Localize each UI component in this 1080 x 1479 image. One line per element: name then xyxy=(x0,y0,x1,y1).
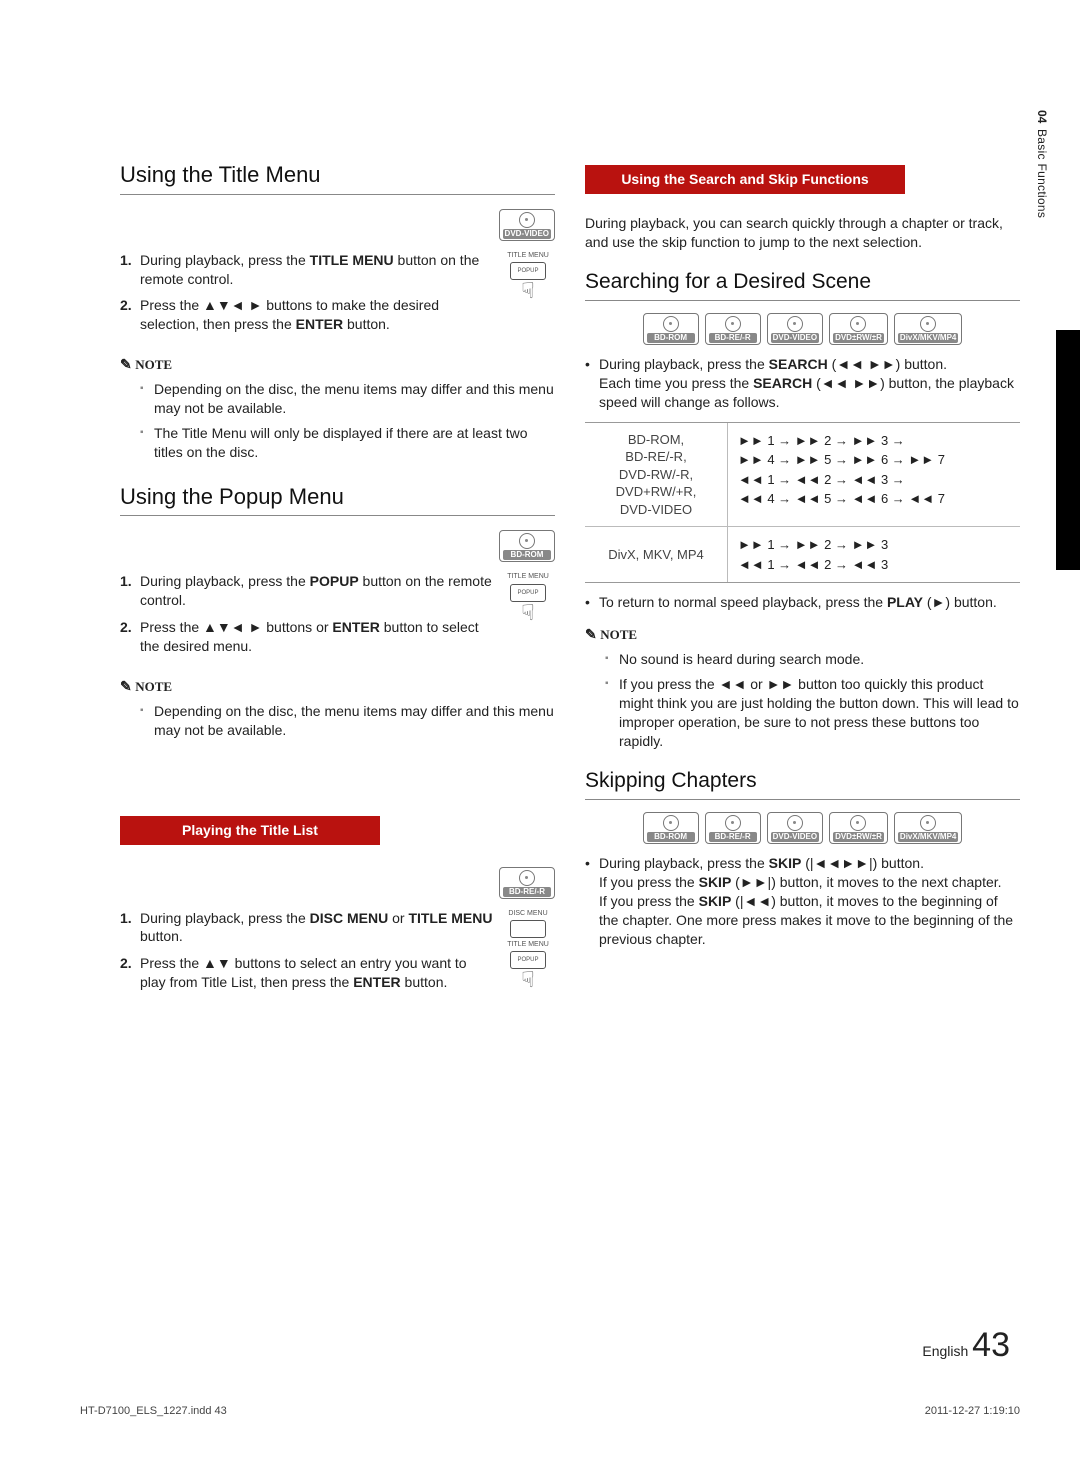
badge: DVD-VIDEO xyxy=(767,812,823,844)
speeds-cell: ►► 1 → ►► 2 → ►► 3 ◄◄ 1 → ◄◄ 2 → ◄◄ 3 xyxy=(728,527,1020,582)
badge: BD-RE/-R xyxy=(705,812,761,844)
hand-icon: ☟ xyxy=(501,282,555,300)
section-bar: Playing the Title List xyxy=(120,816,380,845)
bullet-item: • During playback, press the SEARCH (◄◄ … xyxy=(585,355,1020,412)
note-item: If you press the ◄◄ or ►► button too qui… xyxy=(605,675,1020,751)
remote-illustration: TITLE MENU POPUP ☟ xyxy=(501,251,555,300)
section-bar: Using the Search and Skip Functions xyxy=(585,165,905,194)
badge-bd-rom: BD-ROM xyxy=(499,530,555,562)
media-cell: BD-ROM, BD-RE/-R, DVD-RW/-R, DVD+RW/+R, … xyxy=(585,423,728,527)
note-list: Depending on the disc, the menu items ma… xyxy=(140,702,555,740)
note-item: The Title Menu will only be displayed if… xyxy=(140,424,555,462)
remote-label: TITLE MENU xyxy=(501,251,555,260)
speed-table: BD-ROM, BD-RE/-R, DVD-RW/-R, DVD+RW/+R, … xyxy=(585,422,1020,584)
source-file: HT-D7100_ELS_1227.indd 43 xyxy=(80,1404,227,1419)
remote-label: TITLE MENU xyxy=(501,940,555,949)
content-columns: Using the Title Menu DVD-VIDEO TITLE MEN… xyxy=(120,120,1020,1000)
note-item: No sound is heard during search mode. xyxy=(605,650,1020,669)
media-badges: BD-RE/-R xyxy=(120,867,555,899)
bullet-item: • During playback, press the SKIP (|◄◄►►… xyxy=(585,854,1020,948)
media-badges: BD-ROM BD-RE/-R DVD-VIDEO DVD±RW/±R DivX… xyxy=(585,313,1020,345)
media-cell: DivX, MKV, MP4 xyxy=(585,527,728,582)
bullet-text: During playback, press the SKIP (|◄◄►►|)… xyxy=(599,854,1020,948)
bullet-text: During playback, press the SEARCH (◄◄ ►►… xyxy=(599,355,1020,412)
badge: DVD-VIDEO xyxy=(767,313,823,345)
media-badges: BD-ROM BD-RE/-R DVD-VIDEO DVD±RW/±R DivX… xyxy=(585,812,1020,844)
step-text: Press the ▲▼◄ ► buttons to make the desi… xyxy=(140,296,495,334)
badge: BD-ROM xyxy=(643,812,699,844)
steps-list: 1. During playback, press the POPUP butt… xyxy=(120,572,495,656)
print-footer: HT-D7100_ELS_1227.indd 43 2011-12-27 1:1… xyxy=(80,1404,1020,1419)
badge-bd-re-r: BD-RE/-R xyxy=(499,867,555,899)
right-column: Using the Search and Skip Functions Duri… xyxy=(585,120,1020,1000)
table-row: BD-ROM, BD-RE/-R, DVD-RW/-R, DVD+RW/+R, … xyxy=(585,423,1020,528)
note-heading: NOTE xyxy=(120,356,555,376)
hand-icon: ☟ xyxy=(501,971,555,989)
bullet-icon: • xyxy=(585,355,599,412)
heading-searching: Searching for a Desired Scene xyxy=(585,268,1020,301)
steps-list: 1. During playback, press the DISC MENU … xyxy=(120,909,495,993)
badge: DVD±RW/±R xyxy=(829,313,888,345)
badge: BD-RE/-R xyxy=(705,313,761,345)
bullet-text: To return to normal speed playback, pres… xyxy=(599,593,997,612)
step-number: 2. xyxy=(120,296,140,334)
badge: DivX/MKV/MP4 xyxy=(894,313,962,345)
manual-page: 04 Basic Functions Using the Title Menu … xyxy=(0,0,1080,1479)
remote-label: TITLE MENU xyxy=(501,572,555,581)
remote-label: DISC MENU xyxy=(501,909,555,918)
step-text: During playback, press the TITLE MENU bu… xyxy=(140,251,495,289)
media-badges: DVD-VIDEO xyxy=(120,209,555,241)
intro-text: During playback, you can search quickly … xyxy=(585,214,1020,252)
heading-skipping: Skipping Chapters xyxy=(585,767,1020,800)
step-number: 2. xyxy=(120,618,140,656)
step-text: During playback, press the DISC MENU or … xyxy=(140,909,495,947)
list-item: 1. During playback, press the DISC MENU … xyxy=(120,909,495,947)
step-number: 1. xyxy=(120,251,140,289)
list-item: 1. During playback, press the POPUP butt… xyxy=(120,572,495,610)
hand-icon: ☟ xyxy=(501,604,555,622)
page-footer: English 43 xyxy=(922,1323,1010,1369)
side-tab: 04 Basic Functions xyxy=(1034,110,1050,219)
note-list: Depending on the disc, the menu items ma… xyxy=(140,380,555,462)
steps-list: 1. During playback, press the TITLE MENU… xyxy=(120,251,495,335)
note-heading: NOTE xyxy=(120,678,555,698)
heading-title-menu: Using the Title Menu xyxy=(120,160,555,195)
badge: BD-ROM xyxy=(643,313,699,345)
note-item: Depending on the disc, the menu items ma… xyxy=(140,702,555,740)
table-row: DivX, MKV, MP4 ►► 1 → ►► 2 → ►► 3 ◄◄ 1 →… xyxy=(585,527,1020,582)
note-list: No sound is heard during search mode. If… xyxy=(605,650,1020,750)
step-text: Press the ▲▼◄ ► buttons or ENTER button … xyxy=(140,618,495,656)
chapter-number: 04 xyxy=(1034,110,1050,123)
bullet-item: • To return to normal speed playback, pr… xyxy=(585,593,1020,612)
list-item: 1. During playback, press the TITLE MENU… xyxy=(120,251,495,289)
chapter-label: Basic Functions xyxy=(1034,129,1050,218)
badge: DivX/MKV/MP4 xyxy=(894,812,962,844)
left-column: Using the Title Menu DVD-VIDEO TITLE MEN… xyxy=(120,120,555,1000)
speeds-cell: ►► 1 → ►► 2 → ►► 3 → ►► 4 → ►► 5 → ►► 6 … xyxy=(728,423,1020,527)
step-text: During playback, press the POPUP button … xyxy=(140,572,495,610)
step-text: Press the ▲▼ buttons to select an entry … xyxy=(140,954,495,992)
disc-menu-button-icon xyxy=(510,920,546,938)
badge: DVD±RW/±R xyxy=(829,812,888,844)
page-number: 43 xyxy=(972,1326,1010,1364)
remote-illustration: TITLE MENU POPUP ☟ xyxy=(501,572,555,621)
language-label: English xyxy=(922,1343,968,1359)
step-number: 2. xyxy=(120,954,140,992)
media-badges: BD-ROM xyxy=(120,530,555,562)
badge-dvd-video: DVD-VIDEO xyxy=(499,209,555,241)
step-number: 1. xyxy=(120,572,140,610)
print-date: 2011-12-27 1:19:10 xyxy=(925,1404,1020,1419)
thumb-tab-icon xyxy=(1056,330,1080,570)
bullet-icon: • xyxy=(585,854,599,948)
list-item: 2. Press the ▲▼ buttons to select an ent… xyxy=(120,954,495,992)
remote-illustration: DISC MENU TITLE MENU POPUP ☟ xyxy=(501,909,555,989)
heading-popup-menu: Using the Popup Menu xyxy=(120,482,555,517)
note-item: Depending on the disc, the menu items ma… xyxy=(140,380,555,418)
note-heading: NOTE xyxy=(585,626,1020,646)
step-number: 1. xyxy=(120,909,140,947)
list-item: 2. Press the ▲▼◄ ► buttons or ENTER butt… xyxy=(120,618,495,656)
list-item: 2. Press the ▲▼◄ ► buttons to make the d… xyxy=(120,296,495,334)
bullet-icon: • xyxy=(585,593,599,612)
